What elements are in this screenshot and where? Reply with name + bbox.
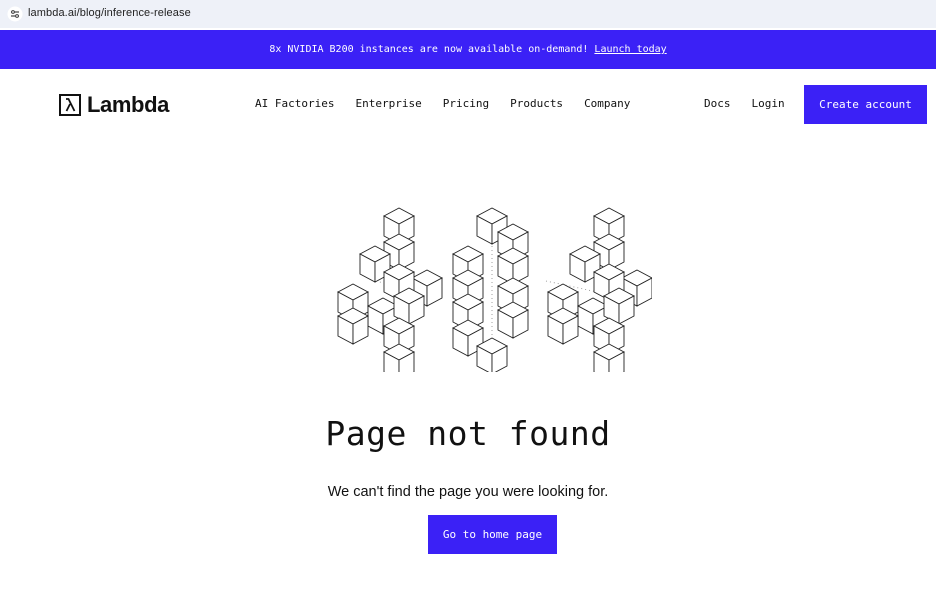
page-title: Page not found <box>325 414 611 453</box>
docs-link[interactable]: Docs <box>704 97 731 110</box>
cube-stack-illustration <box>337 207 652 372</box>
home-page-button[interactable]: Go to home page <box>428 515 557 554</box>
nav-enterprise[interactable]: Enterprise <box>355 97 421 110</box>
create-account-button[interactable]: Create account <box>804 85 927 124</box>
tune-icon[interactable] <box>7 6 23 22</box>
nav-ai-factories[interactable]: AI Factories <box>255 97 334 110</box>
nav-company[interactable]: Company <box>584 97 630 110</box>
banner-text: 8x NVIDIA B200 instances are now availab… <box>269 44 589 55</box>
login-link[interactable]: Login <box>752 97 785 110</box>
cube-shape <box>497 301 529 339</box>
cube-shape <box>337 307 369 345</box>
logo-text: Lambda <box>87 92 169 117</box>
account-links: Docs Login <box>704 97 806 110</box>
logo[interactable]: Lambda <box>59 92 169 118</box>
announcement-banner: 8x NVIDIA B200 instances are now availab… <box>0 30 936 69</box>
nav-products[interactable]: Products <box>510 97 563 110</box>
site-header: Lambda AI Factories Enterprise Pricing P… <box>0 69 936 139</box>
main-nav: AI Factories Enterprise Pricing Products… <box>255 97 651 110</box>
nav-pricing[interactable]: Pricing <box>443 97 489 110</box>
browser-url-bar[interactable]: lambda.ai/blog/inference-release <box>0 0 936 28</box>
banner-link[interactable]: Launch today <box>594 44 666 55</box>
url-text[interactable]: lambda.ai/blog/inference-release <box>28 7 191 19</box>
cube-shape <box>476 337 508 372</box>
cube-shape <box>547 307 579 345</box>
lambda-symbol-icon <box>59 94 81 116</box>
error-message: We can't find the page you were looking … <box>327 484 609 500</box>
